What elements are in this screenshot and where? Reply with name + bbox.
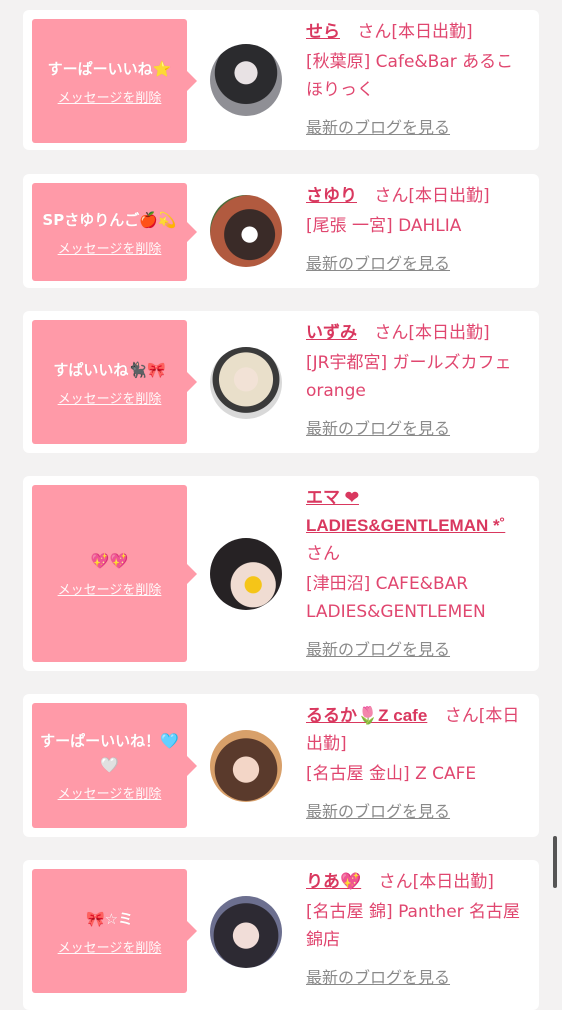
list-item: SPさゆりんご🍎💫 メッセージを削除 さゆり さん[本日出勤] [尾張 一宮] … xyxy=(23,174,539,288)
profile-info: いずみ さん[本日出勤] [JR宇都宮] ガールズカフェ orange 最新のブ… xyxy=(306,319,529,439)
message-text: すーぱーいいね⭐ xyxy=(47,59,172,78)
profile-info: さゆり さん[本日出勤] [尾張 一宮] DAHLIA 最新のブログを見る xyxy=(306,182,529,274)
profile-info: りあ💖 さん[本日出勤] [名古屋 錦] Panther 名古屋錦店 最新のブロ… xyxy=(306,868,529,988)
avatar[interactable] xyxy=(210,730,282,802)
status-text: さん[本日出勤] xyxy=(374,186,490,206)
delete-message-link[interactable]: メッセージを削除 xyxy=(58,238,162,257)
avatar[interactable] xyxy=(210,538,282,610)
avatar[interactable] xyxy=(210,195,282,267)
list-item: すーぱーいいね！🩵🤍 メッセージを削除 るるか🌷Z cafe さん[本日出勤] … xyxy=(23,694,539,837)
message-text: すーぱーいいね！🩵🤍 xyxy=(40,732,179,774)
message-bubble: 💖💖 メッセージを削除 xyxy=(32,485,197,662)
message-bubble: SPさゆりんご🍎💫 メッセージを削除 xyxy=(32,183,197,281)
avatar[interactable] xyxy=(210,347,282,419)
latest-blog-link[interactable]: 最新のブログを見る xyxy=(306,415,529,439)
message-bubble: すぱいいね🐈‍⬛🎀 メッセージを削除 xyxy=(32,320,197,444)
message-text: 💖💖 xyxy=(90,552,129,570)
status-text: さん xyxy=(306,544,340,564)
shop-text: [津田沼] CAFE&BAR LADIES&GENTLEMEN xyxy=(306,574,486,622)
message-bubble: すーぱーいいね⭐ メッセージを削除 xyxy=(32,19,197,143)
profile-name-link[interactable]: エマ ❤ LADIES&GENTLEMAN *˚ xyxy=(306,488,505,535)
list-item: 💖💖 メッセージを削除 エマ ❤ LADIES&GENTLEMAN *˚ さん … xyxy=(23,476,539,671)
shop-text: [JR宇都宮] ガールズカフェ orange xyxy=(306,353,512,401)
delete-message-link[interactable]: メッセージを削除 xyxy=(58,937,162,956)
profile-name-link[interactable]: いずみ xyxy=(306,323,357,342)
shop-text: [名古屋 錦] Panther 名古屋錦店 xyxy=(306,902,521,950)
status-text: さん[本日出勤] xyxy=(374,323,490,343)
profile-info: せら さん[本日出勤] [秋葉原] Cafe&Bar あるこほりっく 最新のブロ… xyxy=(306,18,529,138)
shop-text: [名古屋 金山] Z CAFE xyxy=(306,764,477,784)
avatar[interactable] xyxy=(210,896,282,968)
profile-name-link[interactable]: せら xyxy=(306,22,340,41)
delete-message-link[interactable]: メッセージを削除 xyxy=(58,579,162,598)
latest-blog-link[interactable]: 最新のブログを見る xyxy=(306,964,529,988)
list-item: 🎀☆ミ メッセージを削除 りあ💖 さん[本日出勤] [名古屋 錦] Panthe… xyxy=(23,860,539,1010)
message-text: 🎀☆ミ xyxy=(85,909,134,928)
latest-blog-link[interactable]: 最新のブログを見る xyxy=(306,636,529,660)
shop-text: [秋葉原] Cafe&Bar あるこほりっく xyxy=(306,52,514,100)
profile-name-link[interactable]: るるか🌷Z cafe xyxy=(306,706,427,725)
list-item: すーぱーいいね⭐ メッセージを削除 せら さん[本日出勤] [秋葉原] Cafe… xyxy=(23,10,539,150)
shop-text: [尾張 一宮] DAHLIA xyxy=(306,216,462,236)
profile-info: るるか🌷Z cafe さん[本日出勤] [名古屋 金山] Z CAFE 最新のブ… xyxy=(306,702,529,822)
status-text: さん[本日出勤] xyxy=(357,22,473,42)
latest-blog-link[interactable]: 最新のブログを見る xyxy=(306,114,529,138)
message-text: SPさゆりんご🍎💫 xyxy=(42,210,177,229)
profile-name-link[interactable]: りあ💖 xyxy=(306,872,361,891)
delete-message-link[interactable]: メッセージを削除 xyxy=(58,783,162,802)
status-text: さん[本日出勤] xyxy=(378,872,494,892)
latest-blog-link[interactable]: 最新のブログを見る xyxy=(306,250,529,274)
profile-name-link[interactable]: さゆり xyxy=(306,186,357,205)
delete-message-link[interactable]: メッセージを削除 xyxy=(58,388,162,407)
latest-blog-link[interactable]: 最新のブログを見る xyxy=(306,798,529,822)
list-item: すぱいいね🐈‍⬛🎀 メッセージを削除 いずみ さん[本日出勤] [JR宇都宮] … xyxy=(23,311,539,453)
message-bubble: すーぱーいいね！🩵🤍 メッセージを削除 xyxy=(32,703,197,828)
delete-message-link[interactable]: メッセージを削除 xyxy=(58,87,162,106)
scrollbar[interactable] xyxy=(553,836,557,888)
profile-info: エマ ❤ LADIES&GENTLEMAN *˚ さん [津田沼] CAFE&B… xyxy=(306,484,529,660)
avatar[interactable] xyxy=(210,44,282,116)
message-text: すぱいいね🐈‍⬛🎀 xyxy=(53,360,166,379)
message-bubble: 🎀☆ミ メッセージを削除 xyxy=(32,869,197,993)
